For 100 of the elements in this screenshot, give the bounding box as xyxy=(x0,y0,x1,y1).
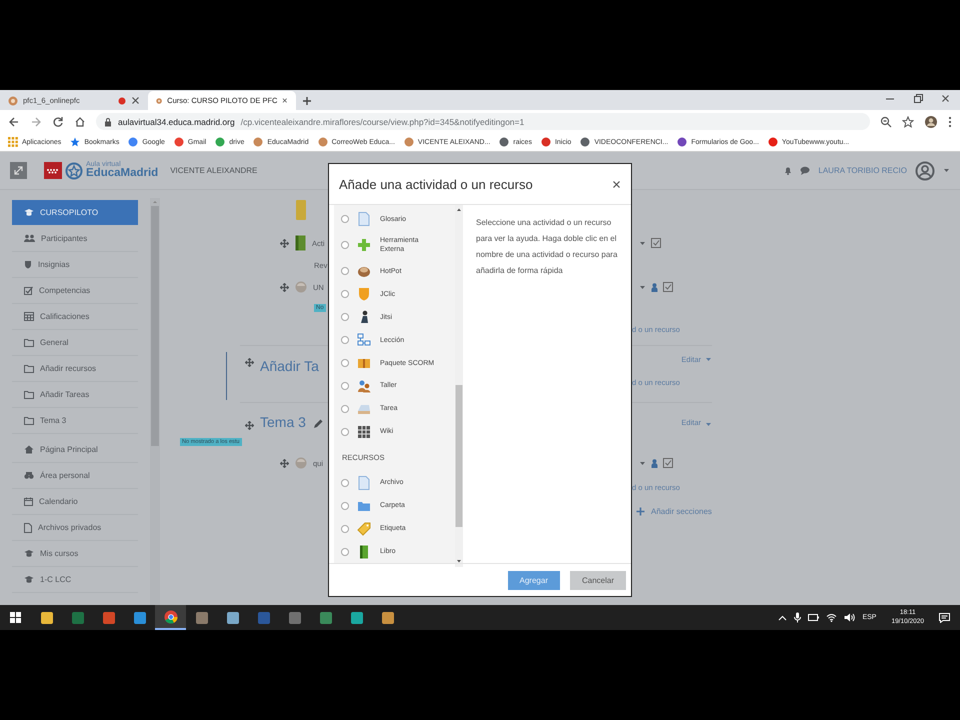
app-icon xyxy=(226,610,240,624)
checkbox-icon[interactable] xyxy=(651,238,661,248)
radio-button[interactable] xyxy=(341,336,349,344)
caret-icon[interactable] xyxy=(705,422,712,427)
expand-icon xyxy=(13,165,24,176)
app-icon xyxy=(350,610,364,624)
sidebar-item[interactable]: Insignias xyxy=(12,252,138,278)
new-tab-icon[interactable] xyxy=(302,96,312,106)
chrome-icon xyxy=(164,610,178,624)
app-icon xyxy=(70,610,84,624)
move-icon[interactable] xyxy=(245,421,254,430)
move-icon[interactable] xyxy=(245,358,254,367)
wifi-icon[interactable] xyxy=(826,613,838,622)
caret-icon[interactable] xyxy=(705,356,712,362)
microphone-icon[interactable] xyxy=(794,612,802,623)
sidebar-item[interactable]: Archivos privados xyxy=(12,515,138,541)
sidebar-item[interactable]: 1-C LCC xyxy=(12,567,138,593)
sidebar-item[interactable]: Competencias xyxy=(12,278,138,304)
sidebar-item[interactable]: Tema 3 xyxy=(12,408,138,434)
site-icon xyxy=(768,137,778,147)
caret-icon[interactable] xyxy=(943,168,950,173)
app-icon xyxy=(132,610,146,624)
sidebar-item[interactable]: Calendario xyxy=(12,489,138,515)
sidebar-item[interactable]: Añadir recursos xyxy=(12,356,138,382)
radio-button[interactable] xyxy=(341,404,349,413)
app-icon xyxy=(380,610,394,624)
sidebar-item[interactable]: Añadir Tareas xyxy=(12,382,138,408)
radio-button[interactable] xyxy=(341,428,349,436)
star-icon[interactable] xyxy=(902,116,914,128)
avatar-icon[interactable] xyxy=(915,160,935,180)
move-icon[interactable] xyxy=(280,458,289,468)
radio-button[interactable] xyxy=(341,241,349,250)
scrollbar[interactable] xyxy=(150,198,160,605)
caret-icon[interactable] xyxy=(639,284,646,290)
sidebar-item[interactable]: Área personal xyxy=(12,463,138,489)
site-icon xyxy=(318,137,328,147)
battery-icon[interactable] xyxy=(808,613,820,622)
notification-icon[interactable] xyxy=(939,612,950,622)
radio-button[interactable] xyxy=(341,359,349,368)
radio-button[interactable] xyxy=(341,548,349,556)
help-text: Seleccione una actividad o un recurso para ver la ayuda. Haga doble clic en el nombre de una actividad o recurso para añadirla de forma rápida xyxy=(475,217,618,277)
home-icon[interactable] xyxy=(74,116,86,128)
sidebar-item[interactable]: General xyxy=(12,330,138,356)
logo-text: EducaMadrid xyxy=(86,168,158,180)
cancel-button[interactable]: Cancelar xyxy=(570,570,626,590)
menu-icon[interactable] xyxy=(948,116,952,128)
move-icon[interactable] xyxy=(280,282,289,292)
sidebar-item[interactable]: CURSOPILOTO xyxy=(12,200,138,225)
checkbox-icon[interactable] xyxy=(663,458,673,468)
radio-button[interactable] xyxy=(341,313,349,322)
bell-icon[interactable] xyxy=(784,166,792,175)
sidebar-item[interactable]: Calificaciones xyxy=(12,304,138,330)
chevron-up-icon[interactable] xyxy=(778,614,788,620)
radio-button[interactable] xyxy=(341,524,349,533)
taskbar-app[interactable] xyxy=(155,605,186,630)
sidebar-item[interactable]: Página Principal xyxy=(12,437,138,463)
close-icon[interactable] xyxy=(612,180,621,188)
close-icon[interactable] xyxy=(282,96,288,105)
package-icon xyxy=(357,356,371,370)
back-icon[interactable] xyxy=(8,116,20,128)
reload-icon[interactable] xyxy=(52,116,64,128)
caret-icon[interactable] xyxy=(639,240,646,246)
expand-button[interactable] xyxy=(10,162,27,179)
people-icon xyxy=(24,234,35,243)
checkbox-icon[interactable] xyxy=(663,282,673,292)
chat-icon[interactable] xyxy=(800,166,810,175)
shield-icon xyxy=(357,287,371,302)
radio-button[interactable] xyxy=(341,290,349,298)
address-field[interactable]: aulavirtual34.educa.madrid.org /cp.vicentealeixandre.miraflores/course/view.php?id=345&notifyeditingon=1 xyxy=(96,113,870,130)
person-icon[interactable] xyxy=(651,282,658,292)
close-icon[interactable] xyxy=(941,94,950,103)
forward-icon[interactable] xyxy=(30,116,42,128)
file-icon xyxy=(24,522,32,532)
maximize-icon[interactable] xyxy=(913,94,923,104)
close-icon[interactable] xyxy=(131,96,140,105)
person-icon[interactable] xyxy=(651,458,658,468)
windows-logo-icon[interactable] xyxy=(10,612,21,623)
table-icon xyxy=(24,312,34,321)
site-icon xyxy=(174,137,184,147)
profile-icon[interactable] xyxy=(924,114,938,128)
radio-button[interactable] xyxy=(341,267,349,276)
speaker-icon[interactable] xyxy=(844,613,856,622)
radio-button[interactable] xyxy=(341,478,349,487)
site-icon xyxy=(404,137,414,147)
move-icon[interactable] xyxy=(280,238,289,248)
folder-icon xyxy=(24,364,34,373)
activity-icon xyxy=(296,200,306,220)
sidebar-item[interactable]: Mis cursos xyxy=(12,541,138,567)
book-icon xyxy=(357,544,371,559)
document-icon xyxy=(357,212,371,226)
pencil-icon[interactable] xyxy=(312,418,324,430)
radio-button[interactable] xyxy=(341,502,349,510)
site-icon xyxy=(8,96,18,106)
sidebar-item[interactable]: Participantes xyxy=(12,226,138,252)
zoom-icon[interactable] xyxy=(880,116,892,128)
radio-button[interactable] xyxy=(341,382,349,390)
section-title: Tema 3 xyxy=(260,414,306,430)
plus-icon xyxy=(636,506,645,516)
caret-icon[interactable] xyxy=(639,460,646,466)
radio-button[interactable] xyxy=(341,215,349,224)
